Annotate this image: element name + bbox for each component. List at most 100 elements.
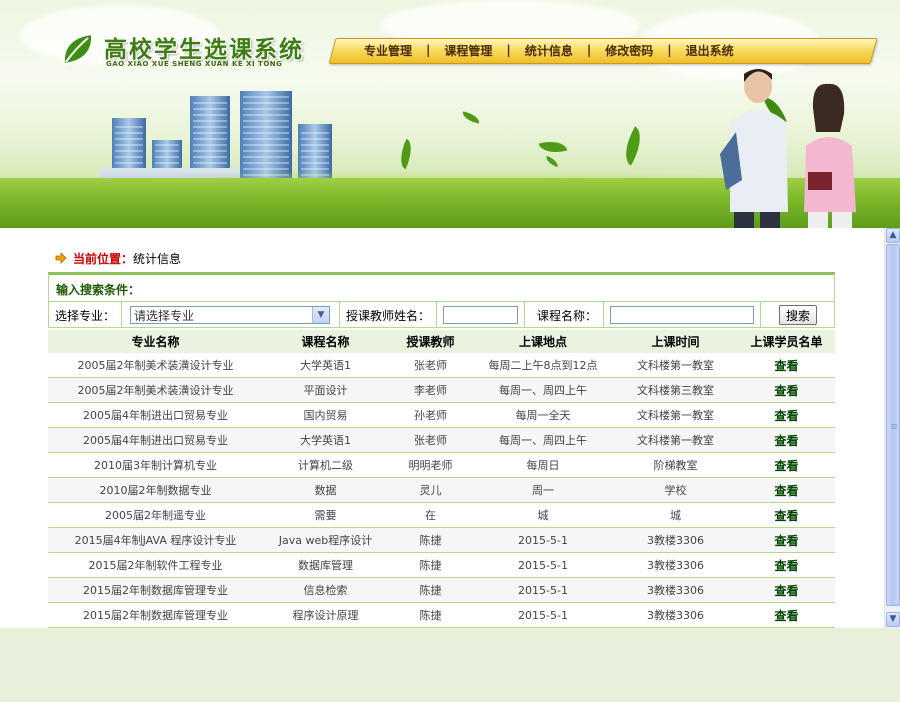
table-row: 2005届2年制美术装潢设计专业 大学英语1 张老师 每周二上午8点到12点 文科楼第一… xyxy=(48,353,835,378)
table-row: 2015届2年制数据库管理专业 信息检索 陈捷 2015-5-1 3教楼3306 查看 xyxy=(48,577,835,603)
divider xyxy=(121,302,123,328)
cell-time: 3教楼3306 xyxy=(613,602,738,628)
cell-major: 2005届2年制美术装潢设计专业 xyxy=(48,377,263,403)
cell-teacher: 明明老师 xyxy=(388,452,473,478)
cell-time: 学校 xyxy=(613,477,738,503)
cell-course: 需要 xyxy=(263,502,388,528)
cell-course: 信息检索 xyxy=(263,577,388,603)
table-header-row: 专业名称 课程名称 授课教师 上课地点 上课时间 上课学员名单 xyxy=(48,330,835,353)
scroll-up-icon[interactable]: ▲ xyxy=(886,228,900,243)
divider xyxy=(603,302,605,328)
cell-location: 每周日 xyxy=(473,452,613,478)
view-students-link[interactable]: 查看 xyxy=(774,384,798,398)
cell-course: 数据 xyxy=(263,477,388,503)
cell-teacher: 张老师 xyxy=(388,427,473,453)
nav-item-logout[interactable]: 退出系统 xyxy=(672,42,748,59)
cell-student-list: 查看 xyxy=(738,452,835,478)
view-students-link[interactable]: 查看 xyxy=(774,359,798,373)
cell-major: 2015届4年制JAVA 程序设计专业 xyxy=(48,527,263,553)
leaf-decoration xyxy=(461,111,481,124)
divider xyxy=(436,302,438,328)
cell-location: 每周一、周四上午 xyxy=(473,377,613,403)
view-students-link[interactable]: 查看 xyxy=(774,534,798,548)
cell-location: 城 xyxy=(473,502,613,528)
cell-student-list: 查看 xyxy=(738,353,835,378)
view-students-link[interactable]: 查看 xyxy=(774,459,798,473)
vertical-scrollbar[interactable]: ▲ ▼ xyxy=(884,228,900,628)
column-header-student-list: 上课学员名单 xyxy=(738,330,835,353)
search-row: 选择专业： 请选择专业 ▼ 授课教师姓名： 课程名称： 搜索 xyxy=(49,301,834,328)
divider xyxy=(760,302,762,328)
nav-item-statistics[interactable]: 统计信息 xyxy=(511,42,587,59)
cell-teacher: 孙老师 xyxy=(388,402,473,428)
column-header-time: 上课时间 xyxy=(613,330,738,353)
table-row: 2005届4年制进出口贸易专业 大学英语1 张老师 每周一、周四上午 文科楼第一教室 查看 xyxy=(48,427,835,453)
nav-item-change-password[interactable]: 修改密码 xyxy=(591,42,667,59)
cell-major: 2015届2年制数据库管理专业 xyxy=(48,602,263,628)
cell-time: 城 xyxy=(613,502,738,528)
header-banner: 高校学生选课系统 GAO XIAO XUE SHENG XUAN KE XI T… xyxy=(0,0,900,228)
view-students-link[interactable]: 查看 xyxy=(774,484,798,498)
cell-time: 文科楼第一教室 xyxy=(613,402,738,428)
table-row: 2010届2年制数据专业 数据 灵儿 周一 学校 查看 xyxy=(48,477,835,503)
cell-time: 3教楼3306 xyxy=(613,552,738,578)
cell-major: 2005届2年制美术装潢设计专业 xyxy=(48,353,263,378)
view-students-link[interactable]: 查看 xyxy=(774,434,798,448)
teacher-name-input[interactable] xyxy=(443,306,519,324)
table-row: 2015届2年制数据库管理专业 程序设计原理 陈捷 2015-5-1 3教楼3306 查看 xyxy=(48,602,835,628)
cell-location: 每周一、周四上午 xyxy=(473,427,613,453)
view-students-link[interactable]: 查看 xyxy=(774,584,798,598)
cell-teacher: 张老师 xyxy=(388,353,473,378)
cell-time: 阶梯教室 xyxy=(613,452,738,478)
cell-student-list: 查看 xyxy=(738,602,835,628)
cell-course: 国内贸易 xyxy=(263,402,388,428)
search-button[interactable]: 搜索 xyxy=(779,305,818,325)
cell-student-list: 查看 xyxy=(738,577,835,603)
view-students-link[interactable]: 查看 xyxy=(774,409,798,423)
leaf-decoration xyxy=(617,126,649,166)
cell-teacher: 在 xyxy=(388,502,473,528)
scroll-down-icon[interactable]: ▼ xyxy=(886,612,900,627)
table-row: 2015届4年制JAVA 程序设计专业 Java web程序设计 陈捷 2015-5-… xyxy=(48,527,835,553)
teacher-label: 授课教师姓名： xyxy=(346,308,431,323)
cell-major: 2005届4年制进出口贸易专业 xyxy=(48,402,263,428)
scrollbar-thumb[interactable] xyxy=(886,244,900,606)
chevron-down-icon[interactable]: ▼ xyxy=(312,307,330,323)
breadcrumb-label: 当前位置： xyxy=(73,251,134,266)
breadcrumb: 当前位置： 统计信息 xyxy=(55,250,181,266)
cell-course: 数据库管理 xyxy=(263,552,388,578)
cell-student-list: 查看 xyxy=(738,427,835,453)
cell-time: 3教楼3306 xyxy=(613,577,738,603)
cell-teacher: 陈捷 xyxy=(388,552,473,578)
column-header-location: 上课地点 xyxy=(473,330,613,353)
cell-location: 每周一全天 xyxy=(473,402,613,428)
students-illustration xyxy=(720,69,856,228)
cell-course: Java web程序设计 xyxy=(263,527,388,553)
view-students-link[interactable]: 查看 xyxy=(774,609,798,623)
cell-teacher: 灵儿 xyxy=(388,477,473,503)
major-select[interactable]: 请选择专业 ▼ xyxy=(130,306,331,324)
cell-major: 2005届4年制进出口贸易专业 xyxy=(48,427,263,453)
course-label: 课程名称： xyxy=(537,308,598,323)
cell-student-list: 查看 xyxy=(738,477,835,503)
cell-course: 程序设计原理 xyxy=(263,602,388,628)
cell-student-list: 查看 xyxy=(738,502,835,528)
cell-course: 大学英语1 xyxy=(263,353,388,378)
column-header-course: 课程名称 xyxy=(263,330,388,353)
column-header-major: 专业名称 xyxy=(48,330,263,353)
nav-item-course-management[interactable]: 课程管理 xyxy=(430,42,506,59)
cell-teacher: 陈捷 xyxy=(388,527,473,553)
content-panel: 当前位置： 统计信息 输入搜索条件： 选择专业： 请选择专业 ▼ 授课教师姓名：… xyxy=(0,228,884,628)
cell-teacher: 陈捷 xyxy=(388,577,473,603)
view-students-link[interactable]: 查看 xyxy=(774,509,798,523)
cell-location: 2015-5-1 xyxy=(473,552,613,578)
view-students-link[interactable]: 查看 xyxy=(774,559,798,573)
results-table: 专业名称 课程名称 授课教师 上课地点 上课时间 上课学员名单 2005届2年制… xyxy=(48,330,835,628)
results-body: 2005届2年制美术装潢设计专业 大学英语1 张老师 每周二上午8点到12点 文科楼第一… xyxy=(48,353,835,628)
breadcrumb-current: 统计信息 xyxy=(133,251,182,266)
course-name-input[interactable] xyxy=(610,306,755,324)
main-nav: 专业管理 | 课程管理 | 统计信息 | 修改密码 | 退出系统 xyxy=(350,38,748,62)
cell-location: 2015-5-1 xyxy=(473,577,613,603)
cell-student-list: 查看 xyxy=(738,552,835,578)
nav-item-major-management[interactable]: 专业管理 xyxy=(350,42,426,59)
